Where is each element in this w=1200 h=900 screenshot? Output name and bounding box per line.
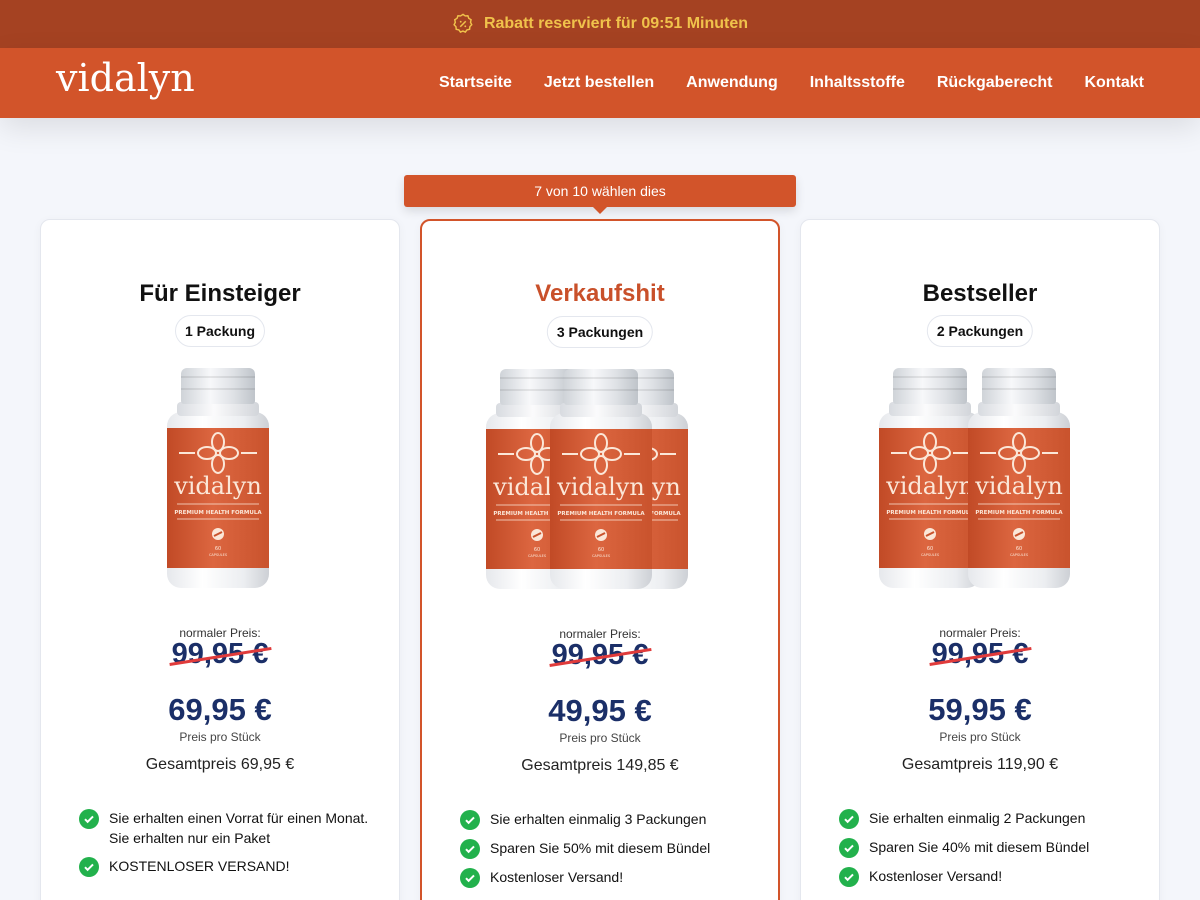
check-icon <box>839 867 859 887</box>
discount-timer-text: Rabatt reserviert für 09:51 Minuten <box>483 15 749 32</box>
plan-card-starter[interactable]: Für Einsteiger 1 Packung vidalyn PREMIUM … <box>40 219 400 900</box>
plan-title: Verkaufshit <box>535 280 665 307</box>
feature-item: Sie erhalten einen Vorrat für einen Mona… <box>79 808 369 848</box>
current-price: 59,95 € <box>928 692 1032 727</box>
check-icon <box>79 809 99 829</box>
total-price: Gesamtpreis 149,85 € <box>521 757 679 774</box>
svg-text:CAPSULES: CAPSULES <box>921 553 940 557</box>
svg-text:60: 60 <box>215 546 221 552</box>
plan-title: Bestseller <box>922 280 1038 307</box>
pack-count-badge: 1 Packung <box>174 315 266 347</box>
feature-list: Sie erhalten einmalig 3 Packungen Sparen… <box>460 809 750 896</box>
feature-item: Sparen Sie 50% mit diesem Bündel <box>460 838 750 859</box>
old-price: 99,95 € <box>171 638 269 670</box>
svg-text:CAPSULES: CAPSULES <box>1010 553 1029 557</box>
check-icon <box>839 809 859 829</box>
check-icon <box>460 868 480 888</box>
svg-text:PREMIUM HEALTH FORMULA: PREMIUM HEALTH FORMULA <box>886 510 974 516</box>
svg-text:CAPSULES: CAPSULES <box>209 553 228 557</box>
pack-count-badge: 2 Packungen <box>926 315 1034 347</box>
old-price: 99,95 € <box>931 638 1029 670</box>
product-image: vidalynPREMIUM HEALTH FORMULA60CAPSULESv… <box>801 368 1159 598</box>
total-price: Gesamtpreis 119,90 € <box>901 756 1059 773</box>
pack-count-badge: 3 Packungen <box>546 316 654 348</box>
svg-text:vidalyn: vidalyn <box>885 472 974 500</box>
popular-choice-tag: 7 von 10 wählen dies <box>404 175 796 214</box>
svg-text:60: 60 <box>598 547 604 553</box>
brand-logo[interactable]: vidalyn <box>56 56 195 100</box>
svg-text:CAPSULES: CAPSULES <box>592 554 611 558</box>
check-icon <box>79 857 99 877</box>
svg-text:CAPSULES: CAPSULES <box>528 554 547 558</box>
feature-item: Sie erhalten einmalig 3 Packungen <box>460 809 750 830</box>
unit-price-label: Preis pro Stück <box>559 731 641 745</box>
plan-card-two-pack[interactable]: Bestseller 2 Packungen vidalyn PREMIUM HE… <box>800 219 1160 900</box>
feature-item: KOSTENLOSER VERSAND! <box>79 856 369 877</box>
feature-item: Sparen Sie 40% mit diesem Bündel <box>839 837 1129 858</box>
unit-price-label: Preis pro Stück <box>939 730 1021 744</box>
svg-text:PREMIUM HEALTH FORMULA: PREMIUM HEALTH FORMULA <box>975 510 1063 516</box>
product-image: vidalyn PREMIUM HEALTH FORMULA 60 CAPSULES <box>41 368 399 598</box>
check-icon <box>460 839 480 859</box>
feature-list: Sie erhalten einen Vorrat für einen Mona… <box>79 808 369 885</box>
feature-item: Kostenloser Versand! <box>839 866 1129 887</box>
check-icon <box>460 810 480 830</box>
nav-menu: Startseite Jetzt bestellen Anwendung Inh… <box>439 48 1144 118</box>
svg-text:vidalyn: vidalyn <box>556 473 645 501</box>
check-icon <box>839 838 859 858</box>
main-navigation: vidalyn Startseite Jetzt bestellen Anwen… <box>0 48 1200 118</box>
nav-link-rueckgaberecht[interactable]: Rückgaberecht <box>937 74 1053 92</box>
svg-text:PREMIUM HEALTH FORMULA: PREMIUM HEALTH FORMULA <box>174 510 262 516</box>
current-price: 69,95 € <box>168 692 272 727</box>
svg-text:vidalyn: vidalyn <box>974 472 1063 500</box>
svg-text:60: 60 <box>534 547 540 553</box>
plan-title: Für Einsteiger <box>139 280 301 307</box>
discount-banner: Rabatt reserviert für 09:51 Minuten <box>0 0 1200 48</box>
svg-text:PREMIUM HEALTH FORMULA: PREMIUM HEALTH FORMULA <box>557 511 645 517</box>
nav-link-anwendung[interactable]: Anwendung <box>686 74 778 92</box>
nav-link-startseite[interactable]: Startseite <box>439 74 512 92</box>
svg-text:vidalyn: vidalyn <box>173 472 262 500</box>
feature-item: Sie erhalten einmalig 2 Packungen <box>839 808 1129 829</box>
old-price: 99,95 € <box>551 639 649 671</box>
current-price: 49,95 € <box>548 693 652 728</box>
nav-link-jetzt-bestellen[interactable]: Jetzt bestellen <box>544 74 654 92</box>
discount-badge-icon <box>453 13 473 33</box>
nav-link-kontakt[interactable]: Kontakt <box>1084 74 1144 92</box>
feature-list: Sie erhalten einmalig 2 Packungen Sparen… <box>839 808 1129 895</box>
unit-price-label: Preis pro Stück <box>179 730 261 744</box>
nav-link-inhaltsstoffe[interactable]: Inhaltsstoffe <box>810 74 905 92</box>
plan-card-bestseller-bundle[interactable]: Verkaufshit 3 Packungen vidalyn PREMIUM H… <box>420 219 780 900</box>
svg-text:60: 60 <box>927 546 933 552</box>
total-price: Gesamtpreis 69,95 € <box>145 756 295 773</box>
svg-text:60: 60 <box>1016 546 1022 552</box>
product-image: vidalynPREMIUM HEALTH FORMULA60CAPSULESv… <box>422 369 778 599</box>
feature-item: Kostenloser Versand! <box>460 867 750 888</box>
